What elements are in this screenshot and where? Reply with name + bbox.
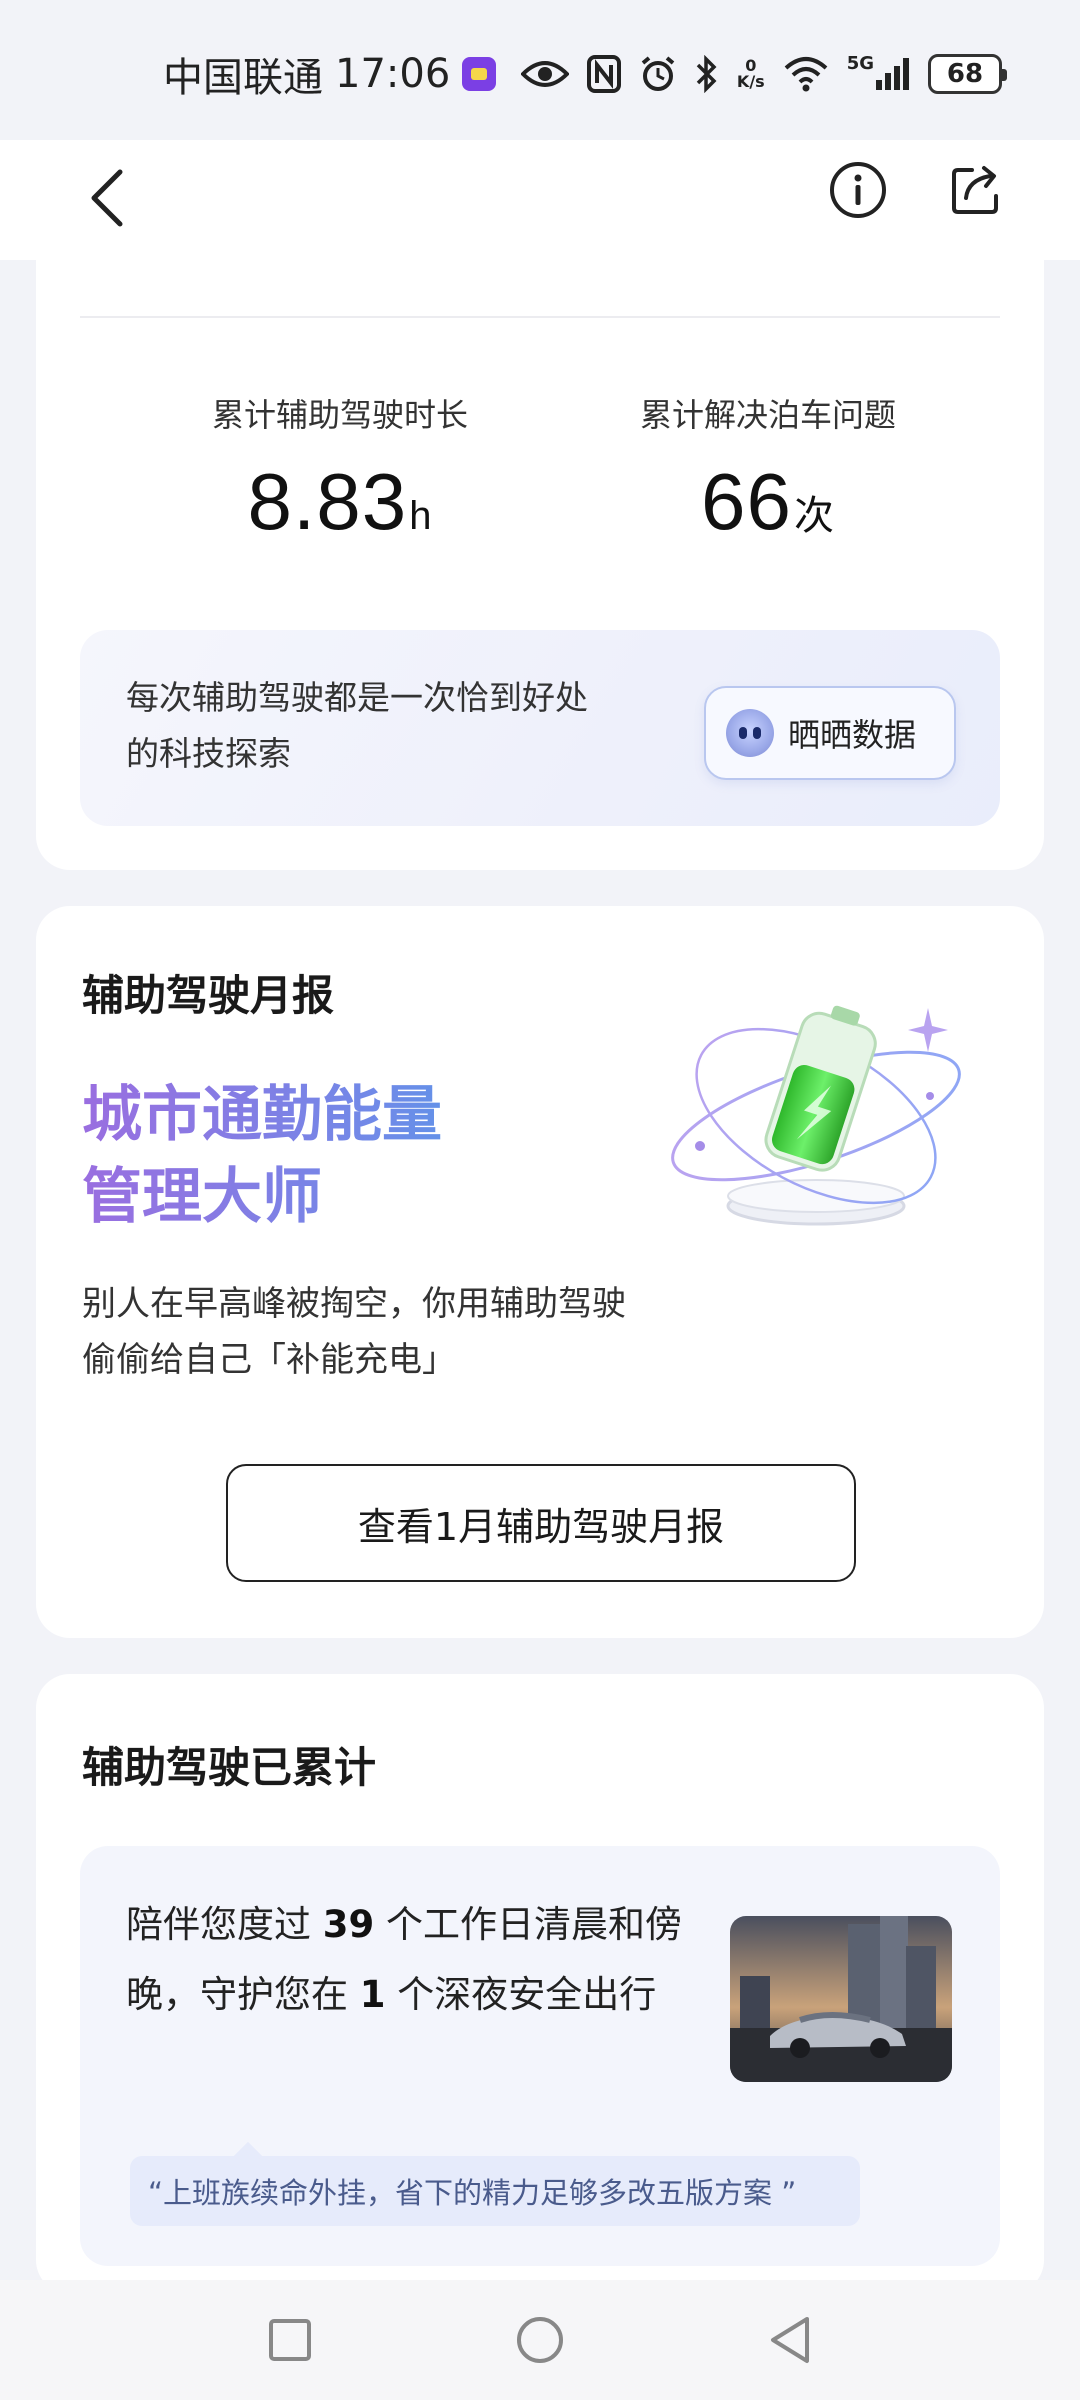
parking-solved-stat: 累计解决泊车问题 66次 [558, 390, 978, 548]
card-title: 辅助驾驶月报 [82, 971, 335, 1020]
stat-label: 累计辅助驾驶时长 [211, 396, 468, 434]
home-button[interactable] [510, 2310, 570, 2370]
stat-value: 66次 [701, 457, 835, 546]
accumulated-card: 辅助驾驶已累计 陪伴您度过 39 个工作日清晨和傍晚，守护您在 1 个深夜安全出… [36, 1674, 1044, 2294]
recent-apps-button[interactable] [260, 2310, 320, 2370]
view-monthly-report-button[interactable]: 查看1月辅助驾驶月报 [226, 1464, 856, 1582]
stat-label: 累计解决泊车问题 [639, 396, 896, 434]
circle-icon [517, 2317, 563, 2363]
stat-value: 8.83h [247, 457, 433, 546]
wifi-icon [783, 52, 829, 96]
square-icon [269, 2319, 311, 2361]
stats-card: 累计辅助驾驶时长 8.83h 累计解决泊车问题 66次 每次辅助驾驶都是一次恰到… [36, 260, 1044, 870]
status-bar: 中国联通 17:06 0 K/s 5G 68 [0, 0, 1080, 140]
signal-icon: 5G [847, 52, 910, 96]
card-title: 辅助驾驶已累计 [82, 1743, 377, 1792]
app-notification-icon [462, 57, 497, 91]
car-city-photo [730, 1916, 952, 2082]
share-data-button[interactable]: 晒晒数据 [704, 686, 956, 780]
share-data-label: 晒晒数据 [788, 716, 917, 754]
accumulated-text: 陪伴您度过 39 个工作日清晨和傍晚，守护您在 1 个深夜安全出行 [126, 1903, 683, 2016]
back-button[interactable] [80, 162, 136, 234]
monthly-report-card: 辅助驾驶月报 城市通勤能量 管理大师 别人在早高峰被掏空，你用辅助驾驶偷偷给自己… [36, 906, 1044, 1638]
robot-icon [726, 709, 774, 757]
nfc-icon [586, 52, 621, 96]
promo-text: 每次辅助驾驶都是一次恰到好处的科技探索 [126, 678, 588, 773]
promo-banner: 每次辅助驾驶都是一次恰到好处的科技探索 晒晒数据 [80, 630, 1000, 826]
divider [80, 316, 1000, 318]
info-button[interactable] [826, 158, 890, 222]
carrier-name: 中国联通 [163, 55, 323, 101]
battery-icon: 68 [928, 54, 1007, 94]
network-speed: 0 K/s [736, 56, 765, 91]
system-navigation-bar [0, 2280, 1080, 2400]
battery-illustration [671, 1005, 961, 1226]
driving-duration-stat: 累计辅助驾驶时长 8.83h [130, 390, 550, 548]
eye-icon [520, 52, 569, 96]
triangle-back-icon [771, 2317, 809, 2363]
share-button[interactable] [944, 158, 1008, 222]
report-subtitle: 别人在早高峰被掏空，你用辅助驾驶偷偷给自己「补能充电」 [82, 1284, 626, 1380]
chevron-left-icon [91, 169, 123, 227]
share-icon [952, 166, 998, 214]
report-headline: 城市通勤能量 管理大师 [82, 1074, 642, 1238]
alarm-icon [639, 52, 677, 96]
accumulated-stat-box: 陪伴您度过 39 个工作日清晨和傍晚，守护您在 1 个深夜安全出行 “上班族续命… [80, 1846, 1000, 2266]
info-icon [830, 162, 886, 218]
back-nav-button[interactable] [760, 2310, 820, 2370]
quote-bubble: “上班族续命外挂，省下的精力足够多改五版方案 ” [130, 2156, 860, 2226]
top-app-bar [0, 140, 1080, 260]
clock: 17:06 [335, 51, 451, 97]
bluetooth-icon [695, 52, 719, 96]
